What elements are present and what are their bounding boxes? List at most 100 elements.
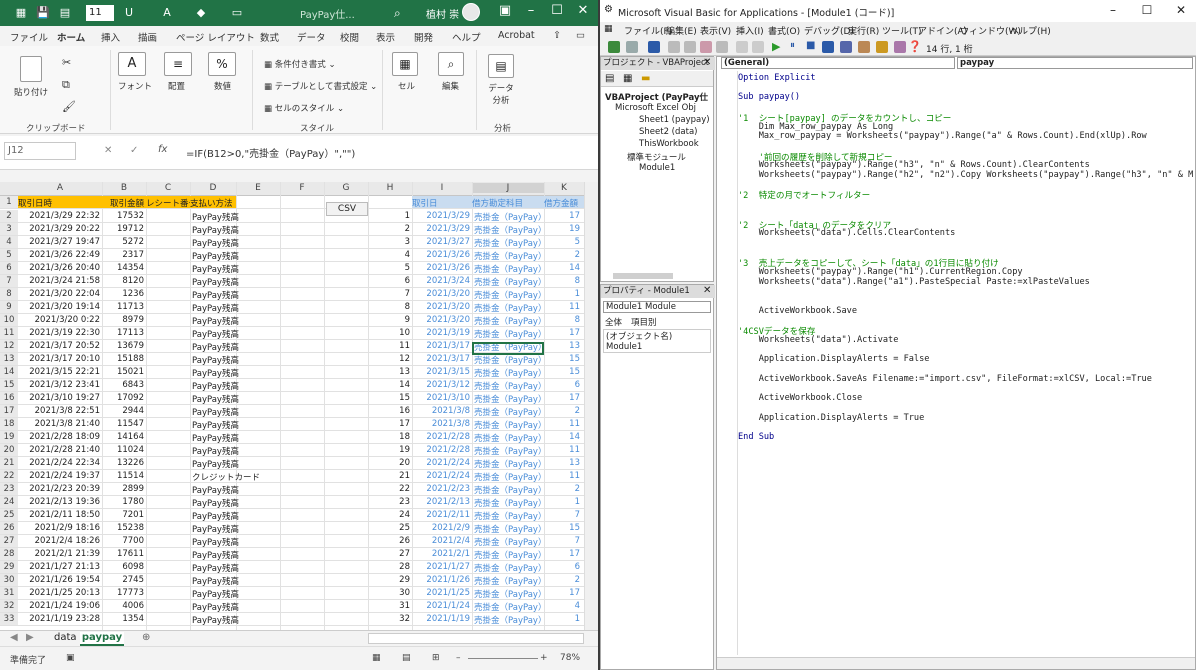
toggle-folders-icon[interactable]: ▬ (641, 73, 650, 84)
horizontal-scrollbar[interactable] (613, 273, 673, 279)
cell-debit[interactable]: 14 (544, 263, 582, 273)
cell-index[interactable]: 28 (368, 562, 412, 572)
cell-date[interactable]: 2021/1/24 (412, 601, 472, 611)
tab-help[interactable]: ヘルプ (452, 30, 481, 44)
run-icon[interactable]: ▶ (772, 40, 780, 53)
cell-datetime[interactable]: 2021/3/26 22:49 (18, 250, 102, 260)
cell-payment-method[interactable]: PayPay残高 (192, 341, 239, 353)
code-line[interactable]: Sub paypay() (738, 92, 800, 103)
cell-index[interactable]: 25 (368, 523, 412, 533)
row-number[interactable]: 7 (0, 275, 18, 287)
cell-index[interactable]: 31 (368, 601, 412, 611)
zoom-in-icon[interactable]: + (540, 653, 548, 663)
cell-debit[interactable]: 11 (544, 302, 582, 312)
row-number[interactable]: 2 (0, 210, 18, 222)
cancel-icon[interactable]: ✕ (104, 145, 112, 156)
row-number[interactable]: 29 (0, 561, 18, 573)
cell-account[interactable]: 売掛金（PayPay） (474, 588, 546, 600)
tab-acrobat[interactable]: Acrobat (498, 30, 535, 41)
cell-amount[interactable]: 7700 (102, 536, 146, 546)
column-header[interactable]: I (412, 183, 472, 193)
cell-debit[interactable]: 5 (544, 237, 582, 247)
edit-icon[interactable]: ⌕ (438, 52, 464, 76)
row-number[interactable]: 14 (0, 366, 18, 378)
cell-account[interactable]: 売掛金（PayPay） (474, 224, 546, 236)
cell-datetime[interactable]: 2021/2/28 18:09 (18, 432, 102, 442)
cell-date[interactable]: 2021/2/13 (412, 497, 472, 507)
row-number[interactable]: 33 (0, 613, 18, 625)
fill-color-icon[interactable]: ◆ (194, 6, 208, 20)
cell-debit[interactable]: 2 (544, 406, 582, 416)
header-cell[interactable]: 取引日時 (18, 196, 102, 209)
cell-account[interactable]: 売掛金（PayPay） (474, 354, 546, 366)
cell-datetime[interactable]: 2021/1/19 23:28 (18, 614, 102, 624)
row-number[interactable]: 8 (0, 288, 18, 300)
cell-account[interactable]: 売掛金（PayPay） (474, 237, 546, 249)
cell-date[interactable]: 2021/3/12 (412, 380, 472, 390)
grid-icon[interactable]: ▤ (58, 6, 72, 20)
row-number[interactable]: 12 (0, 340, 18, 352)
column-header[interactable]: D (190, 183, 236, 193)
cell-account[interactable]: 売掛金（PayPay） (474, 380, 546, 392)
cell-datetime[interactable]: 2021/3/29 22:32 (18, 211, 102, 221)
cell-index[interactable]: 8 (368, 302, 412, 312)
cell-debit[interactable]: 1 (544, 614, 582, 624)
next-sheet-icon[interactable]: ▶ (26, 632, 34, 643)
cell-debit[interactable]: 2 (544, 250, 582, 260)
cell-amount[interactable]: 1780 (102, 497, 146, 507)
add-sheet-icon[interactable]: ⊕ (142, 632, 150, 643)
font-color-icon[interactable]: A (160, 6, 174, 20)
cell-date[interactable]: 2021/1/25 (412, 588, 472, 598)
cell-debit[interactable]: 4 (544, 601, 582, 611)
cell-debit[interactable]: 1 (544, 497, 582, 507)
row-number[interactable]: 10 (0, 314, 18, 326)
code-line[interactable]: Worksheets("data").Activate (738, 335, 899, 346)
header-cell[interactable]: 借方金額 (544, 196, 584, 208)
cell-debit[interactable]: 17 (544, 549, 582, 559)
cell-debit[interactable]: 17 (544, 328, 582, 338)
header-cell[interactable]: 取引日 (412, 196, 472, 209)
cell-date[interactable]: 2021/2/28 (412, 445, 472, 455)
conditional-format-button[interactable]: ▦ 条件付き書式 ⌄ (264, 58, 336, 70)
cell-datetime[interactable]: 2021/1/24 19:06 (18, 601, 102, 611)
cell-date[interactable]: 2021/2/9 (412, 523, 472, 533)
edit-button[interactable]: 編集 (442, 80, 459, 92)
cell-datetime[interactable]: 2021/2/23 20:39 (18, 484, 102, 494)
row-number[interactable]: 22 (0, 470, 18, 482)
cell-date[interactable]: 2021/3/15 (412, 367, 472, 377)
cell-date[interactable]: 2021/1/19 (412, 614, 472, 624)
row-number[interactable]: 15 (0, 379, 18, 391)
cell-amount[interactable]: 11514 (102, 471, 146, 481)
cell-date[interactable]: 2021/3/20 (412, 315, 472, 325)
cell-datetime[interactable]: 2021/1/26 19:54 (18, 575, 102, 585)
cell-datetime[interactable]: 2021/3/15 22:21 (18, 367, 102, 377)
paste-icon[interactable] (20, 56, 42, 82)
cell-payment-method[interactable]: PayPay残高 (192, 276, 239, 288)
cell-payment-method[interactable]: PayPay残高 (192, 458, 239, 470)
tab-data[interactable]: データ (297, 30, 326, 44)
cell-amount[interactable]: 13226 (102, 458, 146, 468)
column-header[interactable]: F (280, 183, 324, 193)
tree-standard-modules[interactable]: 標準モジュール (627, 151, 686, 163)
cell-datetime[interactable]: 2021/3/24 21:58 (18, 276, 102, 286)
cell-index[interactable]: 21 (368, 471, 412, 481)
cell-datetime[interactable]: 2021/3/26 20:40 (18, 263, 102, 273)
tab-draw[interactable]: 描画 (138, 30, 157, 44)
cell-debit[interactable]: 15 (544, 354, 582, 364)
cell-payment-method[interactable]: PayPay残高 (192, 536, 239, 548)
cell-account[interactable]: 売掛金（PayPay） (474, 276, 546, 288)
cell-datetime[interactable]: 2021/3/10 19:27 (18, 393, 102, 403)
cell-payment-method[interactable]: PayPay残高 (192, 328, 239, 340)
cell-datetime[interactable]: 2021/1/27 21:13 (18, 562, 102, 572)
cell-date[interactable]: 2021/2/1 (412, 549, 472, 559)
cell-debit[interactable]: 15 (544, 367, 582, 377)
cell-index[interactable]: 10 (368, 328, 412, 338)
cell-payment-method[interactable]: PayPay残高 (192, 549, 239, 561)
row-number[interactable]: 9 (0, 301, 18, 313)
cell-datetime[interactable]: 2021/2/1 21:39 (18, 549, 102, 559)
data-analysis-button[interactable]: データ分析 (486, 82, 516, 106)
cell-datetime[interactable]: 2021/2/28 21:40 (18, 445, 102, 455)
row-number[interactable]: 3 (0, 223, 18, 235)
cell-index[interactable]: 29 (368, 575, 412, 585)
cell-amount[interactable]: 11024 (102, 445, 146, 455)
